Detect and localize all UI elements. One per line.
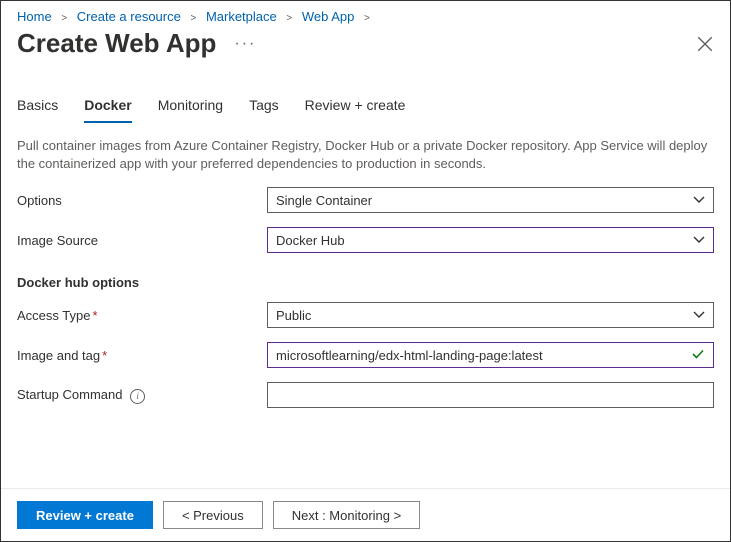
image-source-value: Docker Hub (276, 233, 345, 248)
chevron-right-icon: > (61, 13, 67, 24)
chevron-down-icon (693, 194, 705, 206)
access-type-value: Public (276, 308, 311, 323)
chevron-right-icon: > (364, 13, 370, 24)
required-asterisk: * (102, 348, 107, 363)
startup-command-input[interactable] (267, 382, 714, 408)
title-row: Create Web App ··· (1, 24, 730, 67)
options-dropdown[interactable]: Single Container (267, 187, 714, 213)
tab-bar: Basics Docker Monitoring Tags Review + c… (1, 67, 730, 123)
breadcrumb-create-resource[interactable]: Create a resource (77, 9, 181, 24)
image-and-tag-input[interactable]: microsoftlearning/edx-html-landing-page:… (267, 342, 714, 368)
breadcrumb-home[interactable]: Home (17, 9, 52, 24)
description-text: Pull container images from Azure Contain… (1, 123, 730, 173)
next-button[interactable]: Next : Monitoring > (273, 501, 420, 529)
previous-button[interactable]: < Previous (163, 501, 263, 529)
chevron-right-icon: > (190, 13, 196, 24)
required-asterisk: * (92, 308, 97, 323)
breadcrumb: Home > Create a resource > Marketplace >… (1, 1, 730, 24)
label-options: Options (17, 193, 267, 208)
footer-bar: Review + create < Previous Next : Monito… (1, 488, 730, 541)
image-source-dropdown[interactable]: Docker Hub (267, 227, 714, 253)
row-access-type: Access Type* Public (17, 302, 714, 328)
tab-review-create[interactable]: Review + create (305, 97, 406, 123)
chevron-down-icon (693, 234, 705, 246)
row-options: Options Single Container (17, 187, 714, 213)
tab-monitoring[interactable]: Monitoring (158, 97, 223, 123)
label-startup-command: Startup Command i (17, 387, 267, 404)
review-create-button[interactable]: Review + create (17, 501, 153, 529)
access-type-dropdown[interactable]: Public (267, 302, 714, 328)
label-image-source: Image Source (17, 233, 267, 248)
check-icon (691, 347, 705, 364)
row-image-and-tag: Image and tag* microsoftlearning/edx-htm… (17, 342, 714, 368)
chevron-down-icon (693, 309, 705, 321)
close-icon[interactable] (696, 35, 714, 53)
row-startup-command: Startup Command i (17, 382, 714, 408)
create-web-app-panel: Home > Create a resource > Marketplace >… (0, 0, 731, 542)
docker-form: Options Single Container Image Source Do… (1, 173, 730, 422)
docker-hub-options-heading: Docker hub options (17, 275, 714, 290)
tab-basics[interactable]: Basics (17, 97, 58, 123)
chevron-right-icon: > (286, 13, 292, 24)
label-image-and-tag: Image and tag* (17, 348, 267, 363)
tab-docker[interactable]: Docker (84, 97, 131, 123)
image-and-tag-value: microsoftlearning/edx-html-landing-page:… (276, 348, 543, 363)
options-value: Single Container (276, 193, 372, 208)
more-actions-icon[interactable]: ··· (234, 35, 256, 53)
row-image-source: Image Source Docker Hub (17, 227, 714, 253)
label-access-type: Access Type* (17, 308, 267, 323)
info-icon[interactable]: i (130, 389, 145, 404)
page-title: Create Web App (17, 28, 216, 59)
tab-tags[interactable]: Tags (249, 97, 279, 123)
breadcrumb-marketplace[interactable]: Marketplace (206, 9, 277, 24)
breadcrumb-web-app[interactable]: Web App (302, 9, 355, 24)
